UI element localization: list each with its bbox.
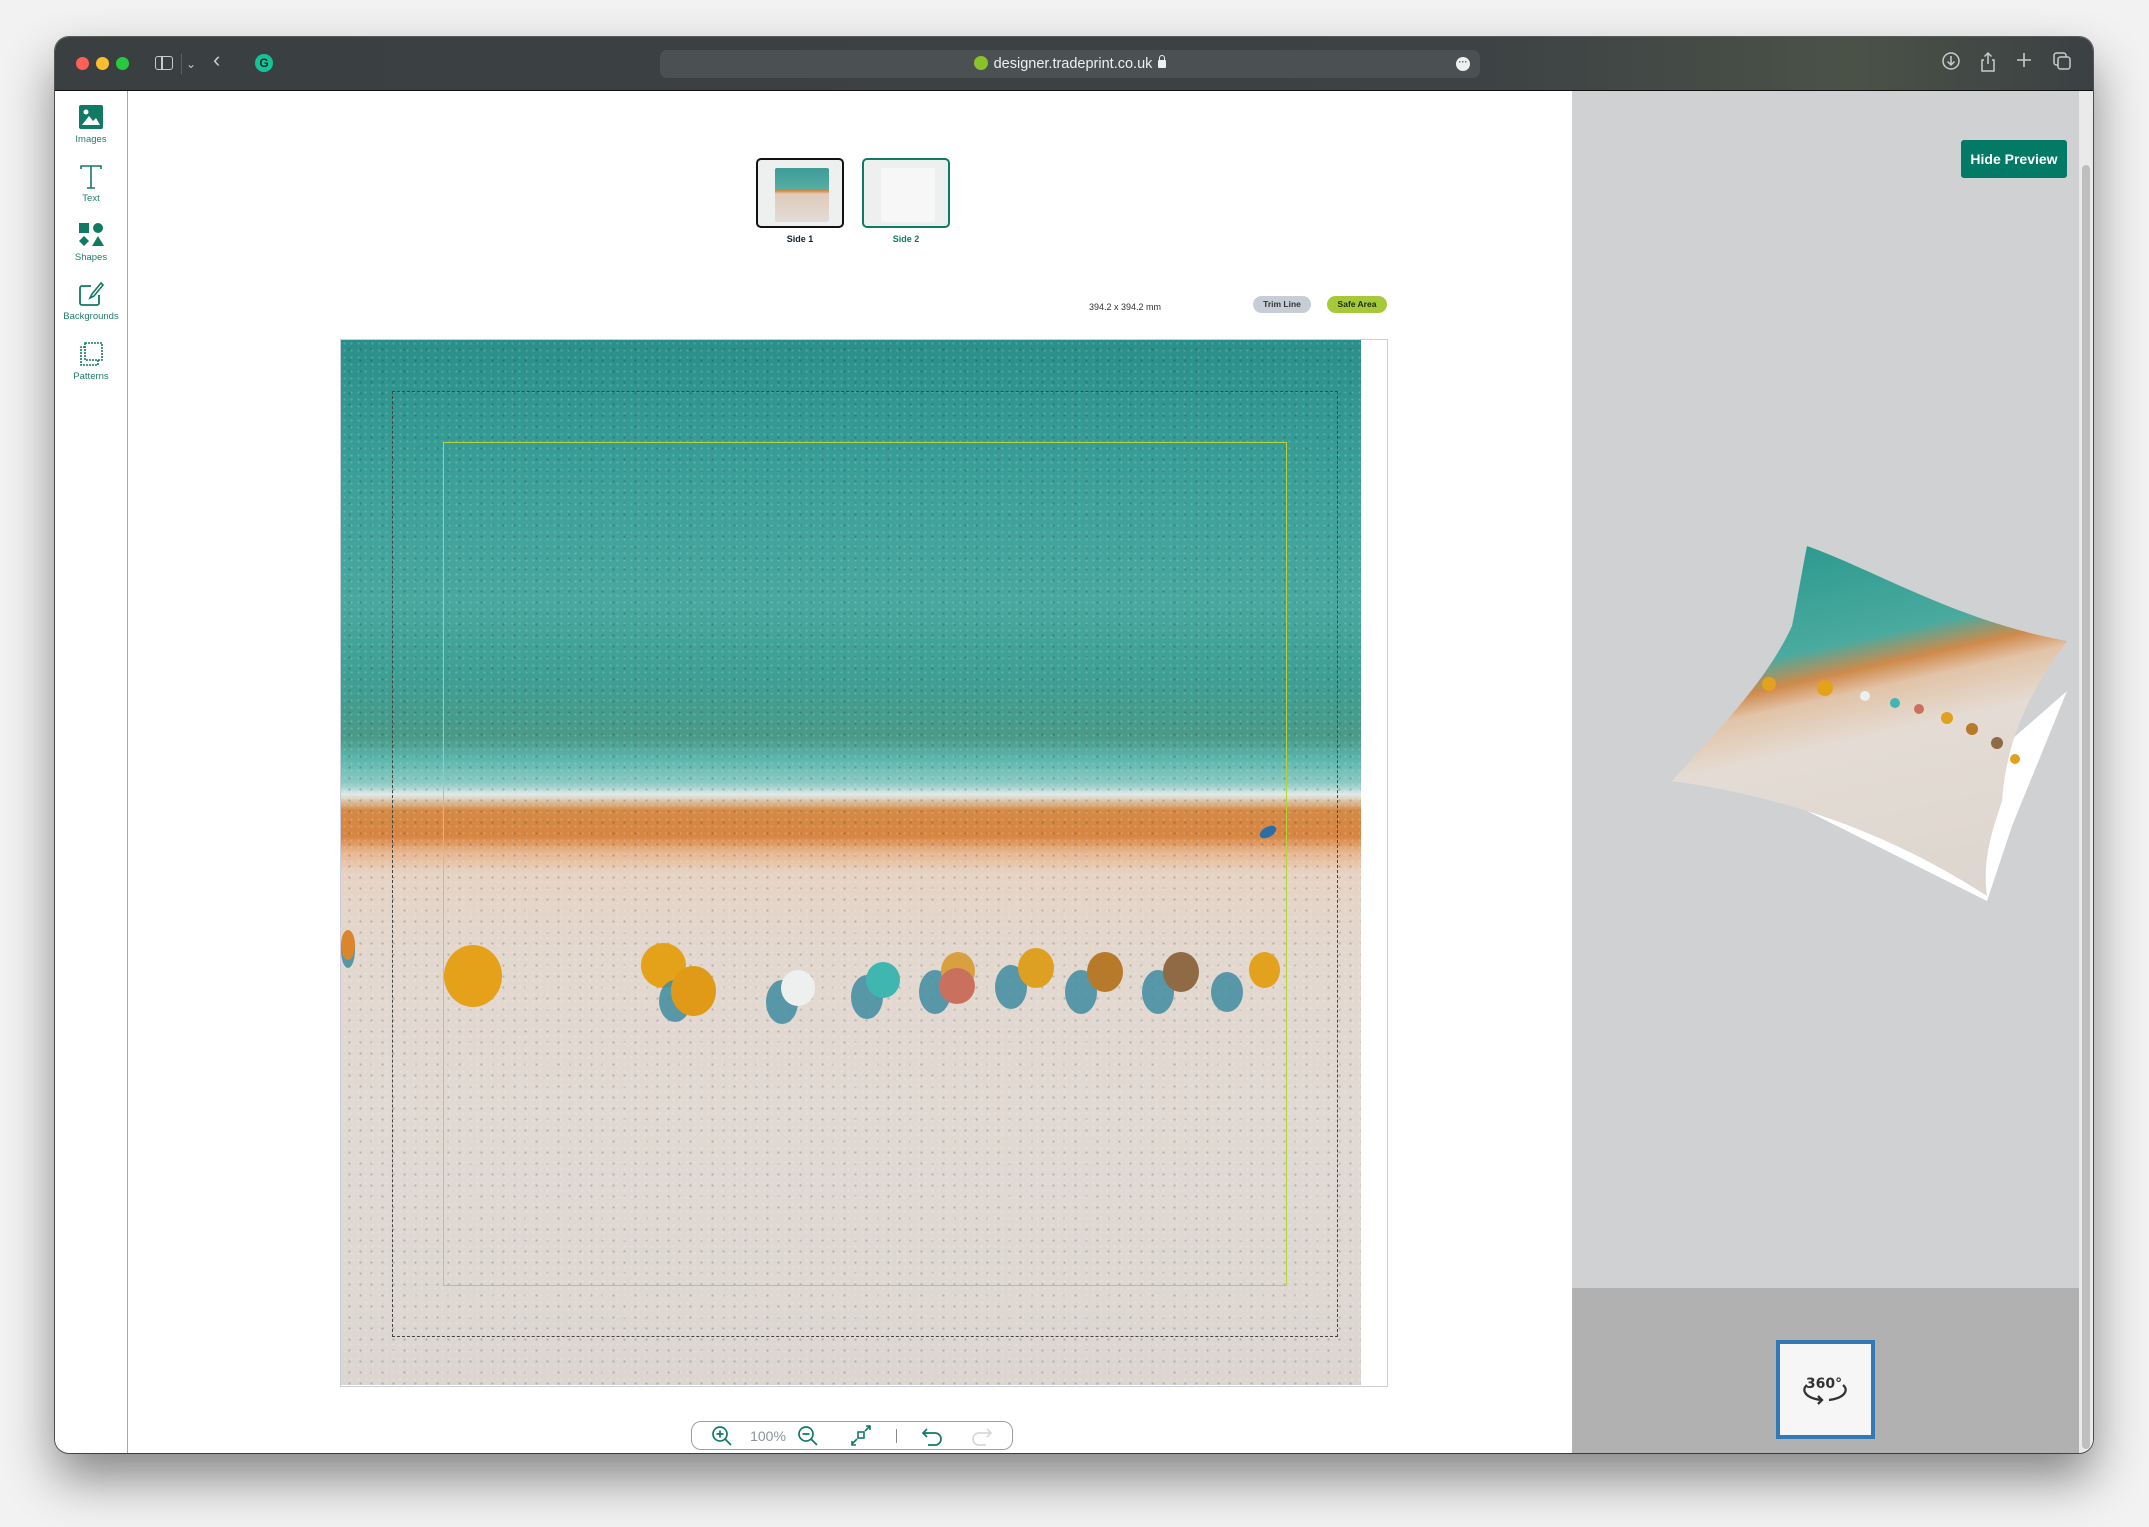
side-2-preview-image	[881, 168, 935, 222]
zoom-in-icon	[712, 1426, 732, 1446]
expand-icon	[851, 1425, 871, 1446]
side-1-label[interactable]: Side 1	[756, 234, 844, 244]
image-icon	[78, 104, 104, 130]
titlebar-divider	[181, 54, 182, 74]
sidebar-toggle-icon[interactable]	[155, 56, 173, 70]
safe-area-guide	[443, 442, 1287, 1286]
cushion-body	[1672, 546, 2067, 896]
rotate-360-button[interactable]: 360°	[1776, 1340, 1875, 1439]
rotate-360-icon: 360°	[1803, 1376, 1847, 1405]
zoom-level: 100%	[750, 1428, 786, 1444]
rotate-360-text: 360°	[1806, 1376, 1842, 1392]
zoom-out-icon	[798, 1426, 818, 1446]
undo-button[interactable]	[918, 1425, 946, 1447]
safe-area-toggle[interactable]: Safe Area	[1327, 296, 1387, 313]
side-2-label[interactable]: Side 2	[862, 234, 950, 244]
side-1-thumbnail[interactable]	[756, 158, 844, 228]
background-brush-icon	[78, 281, 105, 307]
grammarly-icon[interactable]: G	[255, 54, 273, 72]
tool-sidebar: Images Text Shapes Backgrounds Patterns	[55, 91, 128, 1453]
redo-button[interactable]	[968, 1425, 996, 1447]
tool-text[interactable]: Text	[55, 163, 127, 204]
side-2-thumbnail[interactable]	[862, 158, 950, 228]
address-bar[interactable]: designer.tradeprint.co.uk ···	[660, 50, 1480, 78]
zoom-toolbar: 100%	[691, 1421, 1013, 1450]
zoom-out-button[interactable]	[796, 1425, 820, 1447]
download-icon[interactable]	[1941, 51, 1961, 77]
tool-images[interactable]: Images	[55, 104, 127, 145]
undo-icon	[921, 1428, 942, 1446]
minimize-window-button[interactable]	[96, 57, 109, 70]
patterns-icon	[78, 341, 104, 367]
text-icon	[78, 163, 104, 189]
close-window-button[interactable]	[76, 57, 89, 70]
cushion-umbrella	[1991, 737, 2003, 749]
tool-label: Backgrounds	[63, 311, 119, 322]
site-favicon-icon	[973, 56, 988, 70]
tool-label: Patterns	[73, 371, 109, 382]
shapes-icon	[78, 222, 104, 248]
browser-window: ⌄ ‹ G designer.tradeprint.co.uk ··· Imag…	[55, 37, 2093, 1453]
browser-titlebar: ⌄ ‹ G designer.tradeprint.co.uk ···	[55, 37, 2093, 91]
cushion-umbrella	[1914, 704, 1924, 714]
cushion-umbrella	[1860, 691, 1870, 701]
beach-umbrella	[341, 930, 355, 960]
cushion-umbrella	[1890, 698, 1900, 708]
back-icon[interactable]: ‹	[213, 48, 220, 72]
tool-label: Images	[75, 134, 107, 145]
preview-scrollbar[interactable]	[2079, 91, 2093, 1453]
redo-icon	[972, 1428, 993, 1446]
share-icon[interactable]	[1979, 51, 1997, 79]
hide-preview-button[interactable]: Hide Preview	[1961, 140, 2067, 178]
cushion-umbrella	[1966, 723, 1978, 735]
cushion-3d-preview[interactable]	[1657, 531, 2077, 921]
design-canvas[interactable]	[340, 339, 1388, 1387]
fit-to-screen-button[interactable]	[848, 1425, 874, 1447]
new-tab-icon[interactable]	[2015, 51, 2033, 75]
maximize-window-button[interactable]	[116, 57, 129, 70]
product-preview-panel: Hide Preview 360°	[1572, 91, 2093, 1453]
tool-backgrounds[interactable]: Backgrounds	[55, 281, 127, 322]
lock-icon	[1158, 55, 1167, 68]
tool-shapes[interactable]: Shapes	[55, 222, 127, 263]
tool-label: Shapes	[74, 252, 108, 263]
scrollbar-thumb[interactable]	[2082, 165, 2090, 1449]
canvas-dimensions: 394.2 x 394.2 mm	[1089, 302, 1162, 312]
chevron-down-icon[interactable]: ⌄	[186, 52, 196, 76]
tabs-overview-icon[interactable]	[2052, 51, 2072, 77]
toolbar-divider	[896, 1429, 897, 1443]
cushion-umbrella	[1817, 680, 1833, 696]
more-options-icon[interactable]: ···	[1456, 57, 1470, 71]
cushion-umbrella	[1762, 677, 1776, 691]
url-text: designer.tradeprint.co.uk	[993, 56, 1153, 72]
zoom-in-button[interactable]	[710, 1425, 734, 1447]
cushion-umbrella	[2010, 754, 2020, 764]
tool-patterns[interactable]: Patterns	[55, 341, 127, 382]
trim-line-toggle[interactable]: Trim Line	[1253, 296, 1311, 313]
tool-label: Text	[82, 193, 100, 204]
cushion-umbrella	[1941, 712, 1953, 724]
side-1-preview-image	[775, 168, 829, 222]
design-workspace: Side 1 Side 2 394.2 x 394.2 mm Trim Line…	[129, 91, 1572, 1453]
